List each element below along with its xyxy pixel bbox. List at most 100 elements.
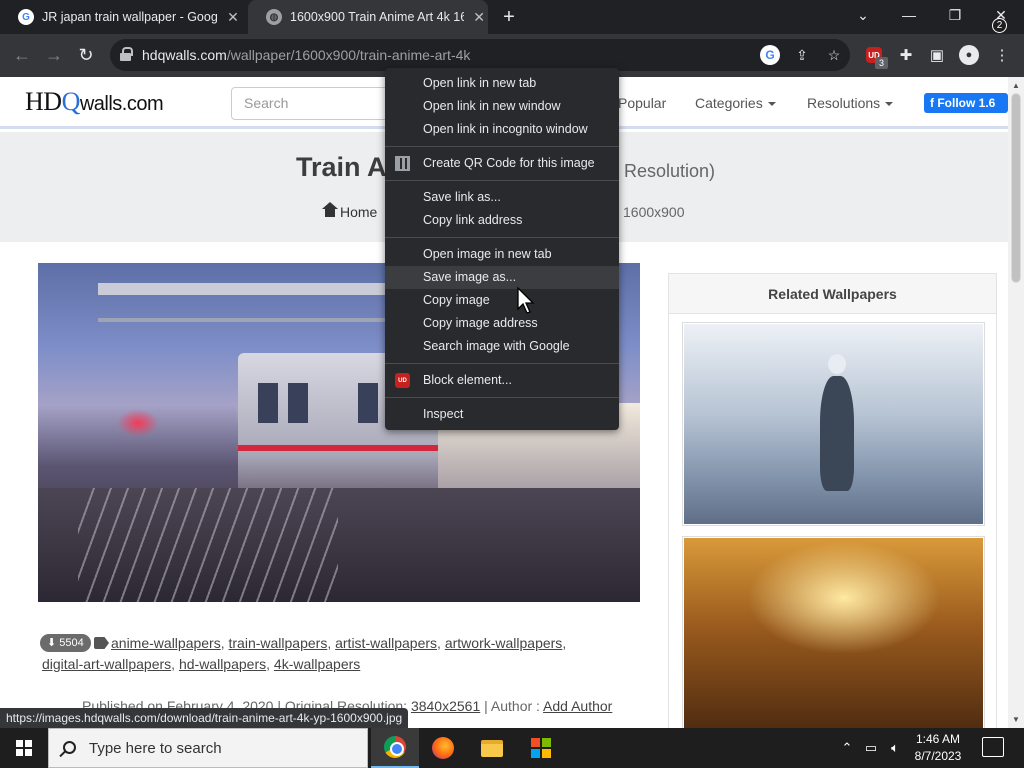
qr-code-icon <box>395 156 410 171</box>
menu-separator <box>385 237 619 238</box>
nav-resolutions[interactable]: Resolutions <box>807 95 894 111</box>
facebook-follow-button[interactable]: f Follow 1.6 <box>924 93 1008 113</box>
scroll-down-arrow-icon[interactable]: ▼ <box>1012 715 1020 724</box>
menu-open-image-new-tab[interactable]: Open image in new tab <box>385 243 619 266</box>
breadcrumb-home-label: Home <box>340 204 378 220</box>
taskbar-file-explorer[interactable] <box>468 728 516 768</box>
related-wallpapers-panel: Related Wallpapers <box>668 273 997 728</box>
notification-center-icon[interactable] <box>982 737 1004 757</box>
taskbar-store[interactable] <box>517 728 565 768</box>
tag-link[interactable]: 4k-wallpapers <box>274 656 360 672</box>
forward-button[interactable]: → <box>40 41 68 69</box>
download-count: 5504 <box>59 637 84 649</box>
tab-close-icon[interactable]: ✕ <box>224 8 242 26</box>
page-scrollbar[interactable]: ▲ ▼ <box>1008 77 1024 728</box>
link-status-bar: https://images.hdqwalls.com/download/tra… <box>0 708 409 728</box>
minimize-button[interactable]: — <box>886 0 932 30</box>
taskbar-firefox[interactable] <box>419 728 467 768</box>
menu-separator <box>385 146 619 147</box>
profile-avatar-icon[interactable]: ● <box>959 45 979 65</box>
menu-label: Create QR Code for this image <box>423 156 595 170</box>
menu-save-image-as[interactable]: Save image as... <box>385 266 619 289</box>
lock-icon[interactable] <box>120 47 133 61</box>
windows-logo-icon <box>16 740 32 756</box>
chrome-menu-icon[interactable]: ⋮ <box>991 44 1013 66</box>
menu-copy-link-address[interactable]: Copy link address <box>385 209 619 232</box>
tag-icon <box>94 637 109 649</box>
original-resolution-link[interactable]: 3840x2561 <box>411 698 480 714</box>
site-search-input[interactable]: Search <box>231 87 391 120</box>
tag-link[interactable]: artwork-wallpapers <box>445 635 562 651</box>
logo-q: Q <box>61 87 81 116</box>
tab-hdqwalls[interactable]: ◍ 1600x900 Train Anime Art 4k 1600 ✕ <box>248 0 488 34</box>
thumbnail-image <box>684 538 983 728</box>
tag-link[interactable]: train-wallpapers <box>229 635 328 651</box>
related-thumbnail[interactable] <box>682 536 985 728</box>
notification-count: 2 <box>992 18 1007 33</box>
network-icon[interactable]: ▭ <box>860 728 882 768</box>
nav-popular[interactable]: Popular <box>618 95 666 111</box>
caret-down-icon <box>885 102 894 107</box>
new-tab-button[interactable]: + <box>496 5 522 29</box>
menu-search-image-google[interactable]: Search image with Google <box>385 335 619 358</box>
menu-open-link-incognito[interactable]: Open link in incognito window <box>385 118 619 141</box>
ublock-icon: UD <box>395 373 410 388</box>
tag-link[interactable]: artist-wallpapers <box>335 635 437 651</box>
site-logo[interactable]: HDQwalls.com <box>25 87 164 117</box>
tray-overflow-chevron-icon[interactable]: ⌃ <box>838 728 856 768</box>
taskbar-clock[interactable]: 1:46 AM 8/7/2023 <box>903 731 973 765</box>
tab-search-button[interactable]: ⌄ <box>840 0 886 30</box>
related-thumbnail[interactable] <box>682 322 985 526</box>
google-lens-icon[interactable]: G <box>760 45 780 65</box>
nav-categories[interactable]: Categories <box>695 95 776 111</box>
page-subtitle: Resolution) <box>624 161 716 181</box>
tab-title: JR japan train wallpaper - Google <box>42 10 218 24</box>
back-button[interactable]: ← <box>8 41 36 69</box>
menu-label: Block element... <box>423 373 512 387</box>
tab-strip: G JR japan train wallpaper - Google ✕ ◍ … <box>0 0 1024 34</box>
tag-link[interactable]: hd-wallpapers <box>179 656 266 672</box>
side-panel-icon[interactable]: ▣ <box>926 44 948 66</box>
scrollbar-thumb[interactable] <box>1011 93 1021 283</box>
search-icon <box>63 741 76 754</box>
breadcrumb-home[interactable]: Home <box>322 202 378 220</box>
reload-button[interactable]: ↻ <box>72 41 100 69</box>
restore-button[interactable]: ❐ <box>932 0 978 30</box>
globe-favicon-icon: ◍ <box>266 9 282 25</box>
share-icon[interactable]: ⇪ <box>792 45 812 65</box>
tag-link[interactable]: digital-art-wallpapers <box>42 656 171 672</box>
facebook-follow-label: Follow 1.6 <box>937 96 996 110</box>
tab-google-search[interactable]: G JR japan train wallpaper - Google ✕ <box>0 0 248 34</box>
breadcrumb-resolution[interactable]: 1600x900 <box>623 204 685 220</box>
context-menu: Open link in new tab Open link in new wi… <box>385 68 619 430</box>
address-bar[interactable]: hdqwalls.com/wallpaper/1600x900/train-an… <box>110 39 850 71</box>
menu-create-qr-code[interactable]: Create QR Code for this image <box>385 152 619 175</box>
home-icon <box>322 202 338 218</box>
menu-copy-image[interactable]: Copy image <box>385 289 619 312</box>
bookmark-star-icon[interactable]: ☆ <box>824 45 844 65</box>
menu-block-element[interactable]: UD Block element... <box>385 369 619 392</box>
tag-link[interactable]: anime-wallpapers <box>111 635 221 651</box>
download-count-badge: ⬇ 5504 <box>40 634 91 652</box>
menu-copy-image-address[interactable]: Copy image address <box>385 312 619 335</box>
menu-inspect[interactable]: Inspect <box>385 403 619 426</box>
url-text[interactable]: hdqwalls.com/wallpaper/1600x900/train-an… <box>142 47 470 63</box>
nav-categories-label: Categories <box>695 95 763 111</box>
clock-date: 8/7/2023 <box>914 749 962 763</box>
url-path: /wallpaper/1600x900/train-anime-art-4k <box>226 47 471 63</box>
menu-separator <box>385 397 619 398</box>
tab-close-icon[interactable]: ✕ <box>470 8 488 26</box>
google-favicon-icon: G <box>18 9 34 25</box>
add-author-link[interactable]: Add Author <box>543 698 612 714</box>
taskbar-search-placeholder: Type here to search <box>89 740 222 757</box>
menu-open-link-new-window[interactable]: Open link in new window <box>385 95 619 118</box>
start-button[interactable] <box>0 728 48 768</box>
taskbar-chrome[interactable] <box>371 728 419 768</box>
menu-open-link-new-tab[interactable]: Open link in new tab <box>385 72 619 95</box>
extension-badge: 3 <box>875 57 888 69</box>
menu-save-link-as[interactable]: Save link as... <box>385 186 619 209</box>
extensions-puzzle-icon[interactable]: ✚ <box>895 44 917 66</box>
taskbar-search-box[interactable]: Type here to search <box>48 728 368 768</box>
scroll-up-arrow-icon[interactable]: ▲ <box>1012 81 1020 90</box>
tags-line-2: digital-art-wallpapers, hd-wallpapers, 4… <box>42 656 361 672</box>
